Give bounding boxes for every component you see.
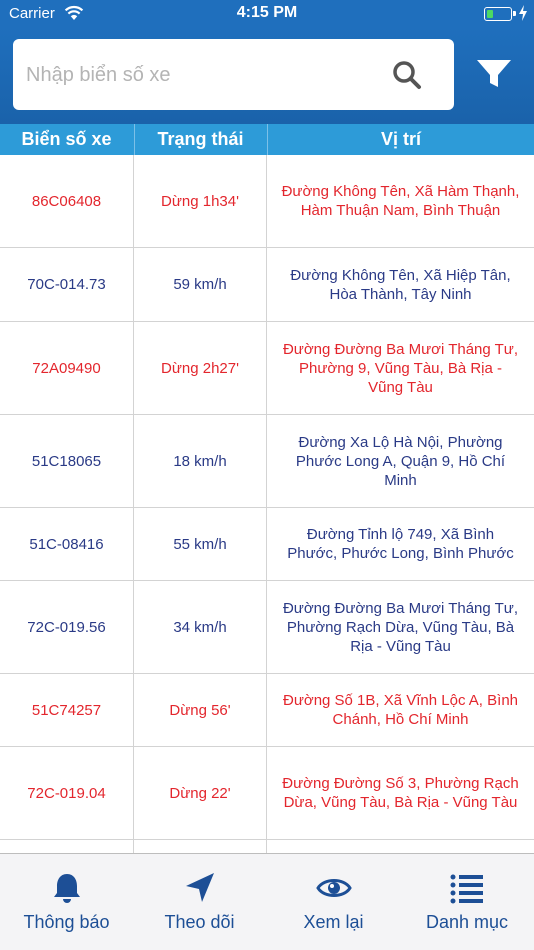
clock: 4:15 PM: [236, 4, 298, 21]
tab-label: Thông báo: [23, 912, 110, 932]
status-bar: Carrier 4:15 PM: [0, 0, 534, 28]
table-row[interactable]: [0, 840, 534, 853]
status-cell: 34 km/h: [133, 581, 267, 673]
status-cell: Dừng 22': [133, 747, 267, 839]
filter-icon[interactable]: [472, 54, 516, 94]
table-row[interactable]: 72C-019.04 Dừng 22' Đường Đường Số 3, Ph…: [0, 747, 534, 840]
location-cell: Đường Không Tên, Xã Hiệp Tân, Hòa Thành,…: [290, 266, 511, 303]
tab-label: Theo dõi: [164, 912, 235, 932]
tab-tracking[interactable]: Theo dõi: [133, 854, 266, 950]
table-row[interactable]: 51C-08416 55 km/h Đường Tỉnh lộ 749, Xã …: [0, 508, 534, 581]
battery-icon: [484, 7, 516, 21]
tab-label: Danh mục: [425, 912, 509, 932]
status-cell: [133, 840, 267, 853]
column-header-status[interactable]: Trạng thái: [134, 124, 266, 155]
plate-cell: 72C-019.56: [27, 618, 106, 636]
plate-cell: 70C-014.73: [27, 276, 106, 293]
table-row[interactable]: 51C18065 18 km/h Đường Xa Lộ Hà Nội, Phư…: [0, 415, 534, 508]
search-box: [13, 39, 454, 110]
status-cell: 59 km/h: [133, 248, 267, 321]
search-icon[interactable]: [391, 59, 423, 91]
column-header-plate[interactable]: Biển số xe: [0, 124, 133, 155]
tab-bar: Thông báo Theo dõi Xem lại Danh mục: [0, 853, 534, 950]
location-cell: Đường Xa Lộ Hà Nội, Phường Phước Long A,…: [295, 433, 506, 489]
table-row[interactable]: 72A09490 Dừng 2h27' Đường Đường Ba Mươi …: [0, 322, 534, 415]
location-cell: [267, 840, 534, 853]
plate-cell: 72C-019.04: [27, 784, 106, 802]
plate-cell: [0, 840, 133, 853]
location-cell: Đường Đường Số 3, Phường Rạch Dừa, Vũng …: [282, 775, 519, 811]
status-cell: Dừng 56': [133, 674, 267, 746]
status-cell: 55 km/h: [133, 508, 267, 580]
tab-notifications[interactable]: Thông báo: [0, 854, 133, 950]
status-cell: Dừng 1h34': [133, 155, 267, 247]
plate-cell: 51C18065: [31, 452, 102, 470]
vehicle-table[interactable]: 86C06408 Dừng 1h34' Đường Không Tên, Xã …: [0, 155, 534, 853]
plate-cell: 86C06408: [31, 192, 102, 210]
location-cell: Đường Số 1B, Xã Vĩnh Lộc A, Bình Chánh, …: [282, 692, 519, 728]
table-header: Biển số xe Trạng thái Vị trí: [0, 124, 534, 155]
plate-cell: 51C-08416: [29, 535, 104, 553]
location-cell: Đường Đường Ba Mươi Tháng Tư, Phường Rạc…: [282, 599, 519, 655]
header: [0, 28, 534, 124]
status-cell: Dừng 2h27': [133, 322, 267, 414]
tab-catalog[interactable]: Danh mục: [400, 854, 534, 950]
table-row[interactable]: 72C-019.56 34 km/h Đường Đường Ba Mươi T…: [0, 581, 534, 674]
plate-search-input[interactable]: [26, 57, 376, 93]
status-cell: 18 km/h: [133, 415, 267, 507]
column-header-location[interactable]: Vị trí: [267, 124, 534, 155]
charging-bolt-icon: [519, 5, 527, 21]
plate-cell: 72A09490: [32, 359, 101, 377]
eye-icon: [315, 879, 352, 897]
tab-playback[interactable]: Xem lại: [267, 854, 400, 950]
tab-label: Xem lại: [303, 912, 364, 932]
location-cell: Đường Không Tên, Xã Hàm Thạnh, Hàm Thuận…: [281, 183, 520, 219]
table-row[interactable]: 86C06408 Dừng 1h34' Đường Không Tên, Xã …: [0, 155, 534, 248]
location-cell: Đường Tỉnh lộ 749, Xã Bình Phước, Phước …: [287, 526, 514, 562]
list-icon: [450, 874, 483, 904]
navigation-arrow-icon: [185, 873, 214, 902]
bell-icon: [53, 874, 80, 903]
table-row[interactable]: 70C-014.73 59 km/h Đường Không Tên, Xã H…: [0, 248, 534, 322]
table-row[interactable]: 51C74257 Dừng 56' Đường Số 1B, Xã Vĩnh L…: [0, 674, 534, 747]
plate-cell: 51C74257: [31, 701, 102, 719]
location-cell: Đường Đường Ba Mươi Tháng Tư, Phường 9, …: [282, 340, 519, 396]
